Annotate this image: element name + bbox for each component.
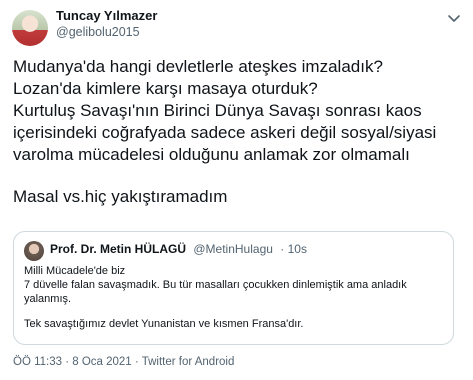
tweet-line: Mudanya'da hangi devletlerle ateşkes imz…	[13, 57, 383, 76]
avatar[interactable]	[12, 10, 48, 46]
tweet-text: Mudanya'da hangi devletlerle ateşkes imz…	[13, 56, 465, 208]
quoted-header: Prof. Dr. Metin HÜLAGÜ @MetinHulagu · 10…	[50, 242, 307, 256]
tweet-line: Lozan'da kimlere karşı masaya oturduk?	[13, 79, 318, 98]
tweet-line: içerisindeki coğrafyada sadece askeri de…	[13, 123, 437, 142]
author-handle[interactable]: @gelibolu2015	[56, 25, 140, 39]
quoted-line: yalanmış.	[24, 293, 72, 305]
quoted-author-handle[interactable]: @MetinHulagu	[193, 242, 273, 256]
quoted-tweet[interactable]: Prof. Dr. Metin HÜLAGÜ @MetinHulagu · 10…	[13, 231, 454, 345]
tweet-timestamp[interactable]: ÖÖ 11:33 · 8 Oca 2021 · Twitter for Andr…	[13, 356, 234, 368]
quoted-line: Milli Mücadele'de biz	[24, 265, 126, 277]
quoted-author-name[interactable]: Prof. Dr. Metin HÜLAGÜ	[50, 242, 186, 256]
tweet-line: varolma mücadelesi olduğunu anlamak zor …	[13, 145, 410, 164]
author-name[interactable]: Tuncay Yılmazer	[56, 8, 157, 23]
quoted-avatar[interactable]	[24, 241, 44, 261]
tweet-line: Masal vs.hiç yakıştıramadım	[13, 187, 228, 206]
quoted-time[interactable]: · 10s	[280, 242, 307, 256]
chevron-down-icon[interactable]	[446, 10, 462, 26]
quoted-text: Milli Mücadele'de biz 7 düvelle falan sa…	[24, 264, 444, 331]
tweet-line: Kurtuluş Savaşı'nın Birinci Dünya Savaşı…	[13, 101, 422, 120]
quoted-line: 7 düvelle falan savaşmadık. Bu tür masal…	[24, 279, 407, 291]
quoted-line: Tek savaştığımız devlet Yunanistan ve kı…	[24, 318, 304, 330]
